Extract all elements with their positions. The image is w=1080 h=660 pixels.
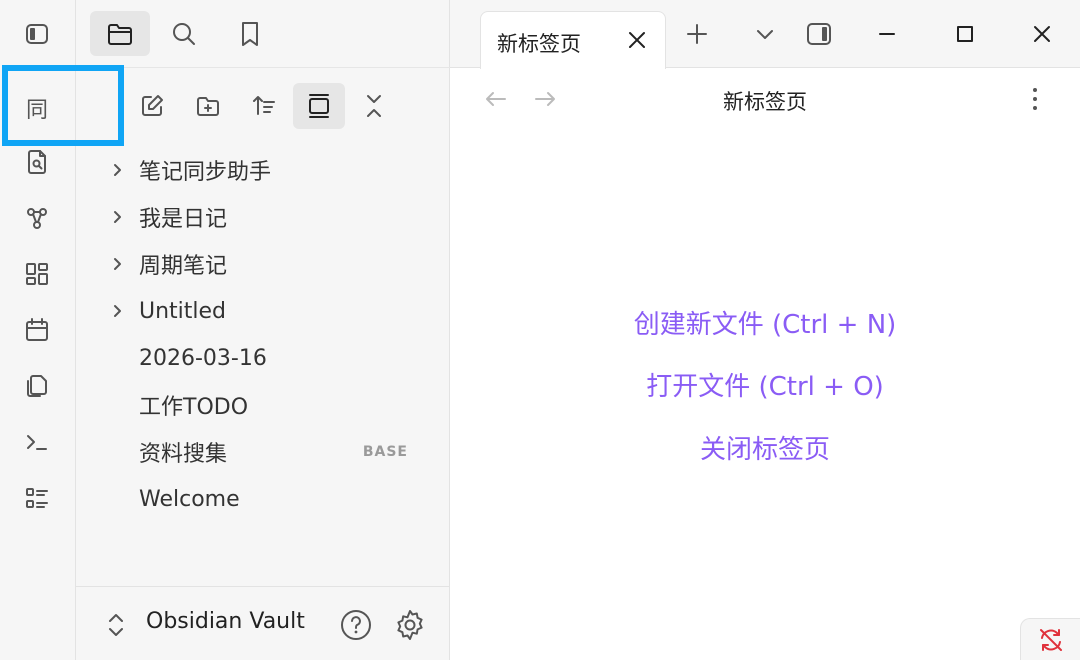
tree-item-label: 笔记同步助手	[139, 160, 272, 185]
open-file-link[interactable]: 打开文件 (Ctrl + O)	[450, 366, 1080, 403]
tree-item-label: Untitled	[139, 298, 227, 324]
chevron-right-icon[interactable]	[100, 148, 134, 192]
right-sidebar-toggle-icon[interactable]	[802, 17, 836, 51]
view-title: 新标签页	[723, 90, 807, 114]
tab-strip: 新标签页	[450, 0, 1080, 69]
sidebar-toggle-icon[interactable]	[17, 14, 57, 54]
graph-icon[interactable]	[17, 198, 57, 238]
files-icon[interactable]	[17, 366, 57, 406]
sync-status-button[interactable]	[1020, 618, 1080, 660]
close-tab-link[interactable]: 关闭标签页	[450, 429, 1080, 466]
vault-switcher-icon[interactable]	[104, 609, 128, 641]
folder-item[interactable]: 我是日记	[100, 195, 430, 239]
file-explorer-tab[interactable]	[90, 11, 150, 56]
view-header: 新标签页	[450, 68, 1080, 130]
main-workspace: 新标签页 新标签页 创建新文件 (Ctrl + N) 打开文件 (Ctrl + …	[450, 0, 1080, 660]
minimize-button[interactable]	[870, 17, 904, 51]
new-folder-button[interactable]	[182, 83, 234, 129]
chevron-right-icon[interactable]	[100, 289, 134, 333]
sort-button[interactable]	[238, 83, 290, 129]
chevron-right-icon[interactable]	[100, 195, 134, 239]
vault-bar: Obsidian Vault	[76, 586, 450, 660]
more-options-icon[interactable]	[1020, 84, 1050, 114]
folder-item[interactable]: 笔记同步助手	[100, 148, 430, 192]
tree-item-label: 2026-03-16	[139, 345, 267, 371]
bookmarks-tab[interactable]	[220, 11, 280, 56]
file-item[interactable]: 资料搜集 BASE	[100, 430, 430, 474]
new-note-button[interactable]	[126, 83, 178, 129]
tree-item-label: 周期笔记	[139, 254, 228, 279]
help-icon[interactable]	[338, 607, 374, 643]
left-sidebar: 笔记同步助手 我是日记 周期笔记 Untitled 2026-03-16 工作T…	[76, 0, 450, 660]
layout-grid-icon[interactable]	[17, 254, 57, 294]
tree-item-label: 资料搜集	[139, 442, 228, 467]
folder-item[interactable]: Untitled	[100, 289, 430, 333]
chevron-right-icon[interactable]	[100, 242, 134, 286]
folder-item[interactable]: 周期笔记	[100, 242, 430, 286]
collapse-all-button[interactable]	[348, 83, 400, 129]
file-item[interactable]: Welcome	[100, 477, 430, 521]
sidebar-tab-header	[76, 0, 450, 68]
terminal-icon[interactable]	[17, 422, 57, 462]
tab-new-tab[interactable]: 新标签页	[480, 11, 666, 69]
file-explorer-actions	[76, 80, 450, 132]
sync-off-icon	[1039, 628, 1062, 651]
highlight-box	[2, 65, 124, 146]
app-window: 同 笔记同步助手 我是日记 周期笔记 Untitled 2026-03-16 工…	[0, 0, 1080, 660]
create-new-file-link[interactable]: 创建新文件 (Ctrl + N)	[450, 304, 1080, 341]
search-file-icon[interactable]	[17, 142, 57, 182]
tree-item-label: 我是日记	[139, 207, 228, 232]
tree-item-label: Welcome	[139, 486, 240, 512]
auto-reveal-button[interactable]	[293, 83, 345, 129]
vault-name[interactable]: Obsidian Vault	[146, 609, 305, 634]
maximize-button[interactable]	[948, 17, 982, 51]
file-type-badge: BASE	[362, 444, 408, 460]
tab-list-chevron-down-icon[interactable]	[748, 17, 782, 51]
file-item[interactable]: 2026-03-16	[100, 336, 430, 380]
file-item[interactable]: 工作TODO	[100, 383, 430, 427]
close-window-button[interactable]	[1025, 17, 1059, 51]
gear-icon[interactable]	[392, 607, 428, 643]
search-tab[interactable]	[154, 11, 214, 56]
tab-title: 新标签页	[497, 32, 581, 56]
close-icon[interactable]	[625, 28, 649, 52]
tree-item-label: 工作TODO	[139, 395, 249, 420]
new-tab-button[interactable]	[680, 17, 714, 51]
calendar-icon[interactable]	[17, 310, 57, 350]
list-icon[interactable]	[17, 478, 57, 518]
